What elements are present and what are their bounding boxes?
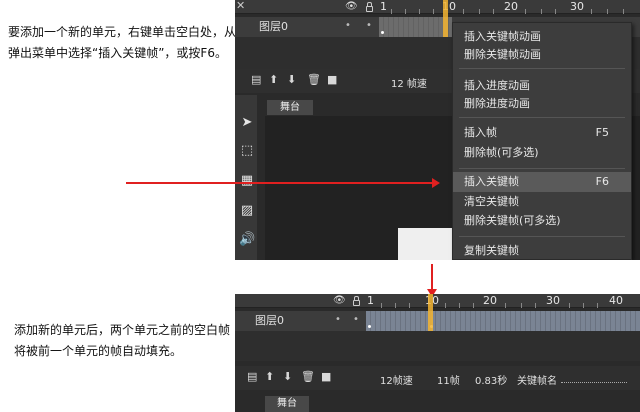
frame-count: 11帧 xyxy=(437,376,460,387)
menu-item[interactable]: 插入帧 F5 xyxy=(453,123,631,143)
menu-item[interactable]: 删除帧(可多选) xyxy=(453,143,631,163)
menu-item[interactable]: 删除进度动画 xyxy=(453,94,631,114)
menu-item[interactable]: 删除关键帧动画 xyxy=(453,45,631,65)
layer-lock-dot[interactable]: • xyxy=(353,314,359,325)
folder-icon[interactable]: ■ xyxy=(321,370,331,383)
timeline-header: ✕ 👁 1 10 20 30 xyxy=(235,0,640,14)
keyframe-name-label: 关键帧名 xyxy=(517,376,557,387)
menu-separator xyxy=(459,117,625,118)
menu-item[interactable]: 插入关键帧动画 xyxy=(453,27,631,47)
layer-name: 图层0 xyxy=(255,314,284,327)
menu-item[interactable]: 删除关键帧(可多选) xyxy=(453,211,631,231)
ruler-label: 20 xyxy=(504,0,518,13)
frame-track[interactable] xyxy=(379,17,452,37)
move-up-icon[interactable]: ⬆ xyxy=(265,370,274,383)
keyframe-name-input[interactable] xyxy=(561,382,627,383)
close-icon[interactable]: ✕ xyxy=(236,0,245,12)
timeline-toolbar: ▤ ⬆ ⬇ 🗑 ■ 12帧速 11帧 0.83秒 关键帧名 xyxy=(235,366,640,390)
ruler-label: 30 xyxy=(546,294,560,307)
layer-visible-dot[interactable]: • xyxy=(335,314,341,325)
image-tool-icon[interactable]: ▨ xyxy=(239,203,255,219)
move-down-icon[interactable]: ⬇ xyxy=(283,370,292,383)
ruler-label: 40 xyxy=(609,294,623,307)
tab-stage[interactable]: 舞台 xyxy=(267,100,313,115)
timeline-screenshot-before: ✕ 👁 1 10 20 30 图层0 • • ▤ ⬆ ⬇ 🗑 ■ 12 帧速 ➤… xyxy=(235,0,640,260)
move-down-icon[interactable]: ⬇ xyxy=(287,73,296,86)
sound-tool-icon[interactable]: 🔊 xyxy=(239,232,255,248)
keyframe-marker[interactable] xyxy=(368,325,371,328)
layer-row[interactable]: 图层0 • • xyxy=(235,311,640,331)
layer-name: 图层0 xyxy=(259,20,288,33)
playhead[interactable] xyxy=(428,294,433,331)
menu-separator xyxy=(459,236,625,237)
menu-item-insert-keyframe[interactable]: 插入关键帧 F6 xyxy=(453,172,631,192)
ruler-label: 1 xyxy=(367,294,374,307)
context-menu: 插入关键帧动画 删除关键帧动画 插入进度动画 删除进度动画 插入帧 F5 删除帧(… xyxy=(452,22,632,260)
folder-icon[interactable]: ■ xyxy=(327,73,337,86)
playhead[interactable] xyxy=(443,0,448,37)
ruler-label: 30 xyxy=(570,0,584,13)
pointer-arrow xyxy=(126,182,434,184)
fps-display: 12 帧速 xyxy=(391,79,427,90)
frame-track[interactable] xyxy=(366,311,640,331)
timeline-screenshot-after: 👁 1 10 20 30 40 图层0 • • ▤ ⬆ ⬇ 🗑 ■ 12帧速 1… xyxy=(235,294,640,412)
move-up-icon[interactable]: ⬆ xyxy=(269,73,278,86)
arrow-head-icon xyxy=(432,178,440,188)
empty-layer-area xyxy=(235,331,640,361)
eye-icon[interactable]: 👁 xyxy=(345,1,358,12)
lock-icon[interactable] xyxy=(366,2,373,12)
lock-icon[interactable] xyxy=(353,296,360,306)
ruler-label: 1 xyxy=(380,0,387,13)
grid-tool-icon[interactable]: ▦ xyxy=(239,173,255,189)
select-tool-icon[interactable]: ➤ xyxy=(239,115,255,131)
menu-item[interactable]: 复制关键帧 xyxy=(453,241,631,260)
transform-tool-icon[interactable]: ⬚ xyxy=(239,143,255,159)
ruler-label: 20 xyxy=(483,294,497,307)
fps-display: 12帧速 xyxy=(380,376,413,387)
new-layer-icon[interactable]: ▤ xyxy=(247,370,257,383)
menu-separator xyxy=(459,168,625,169)
new-layer-icon[interactable]: ▤ xyxy=(251,73,261,86)
layer-lock-dot[interactable]: • xyxy=(366,20,372,31)
menu-separator xyxy=(459,68,625,69)
eye-icon[interactable]: 👁 xyxy=(333,295,346,306)
pointer-arrow-down xyxy=(431,264,433,290)
tab-stage[interactable]: 舞台 xyxy=(265,396,309,412)
menu-item[interactable]: 清空关键帧 xyxy=(453,192,631,212)
tool-panel: ➤ ⬚ ▦ ▨ 🔊 xyxy=(235,95,257,260)
time-display: 0.83秒 xyxy=(475,376,508,387)
layer-visible-dot[interactable]: • xyxy=(345,20,351,31)
timeline-header: 👁 1 10 20 30 40 xyxy=(235,294,640,308)
delete-icon[interactable]: 🗑 xyxy=(301,370,315,383)
instruction-text-top: 要添加一个新的单元，右键单击空白处，从弹出菜单中选择“插入关键帧”，或按F6。 xyxy=(8,25,237,60)
menu-item[interactable]: 插入进度动画 xyxy=(453,76,631,96)
instruction-text-bottom: 添加新的单元后，两个单元之前的空白帧将被前一个单元的帧自动填充。 xyxy=(14,323,231,358)
keyframe-marker[interactable] xyxy=(381,31,384,34)
delete-icon[interactable]: 🗑 xyxy=(307,73,321,86)
